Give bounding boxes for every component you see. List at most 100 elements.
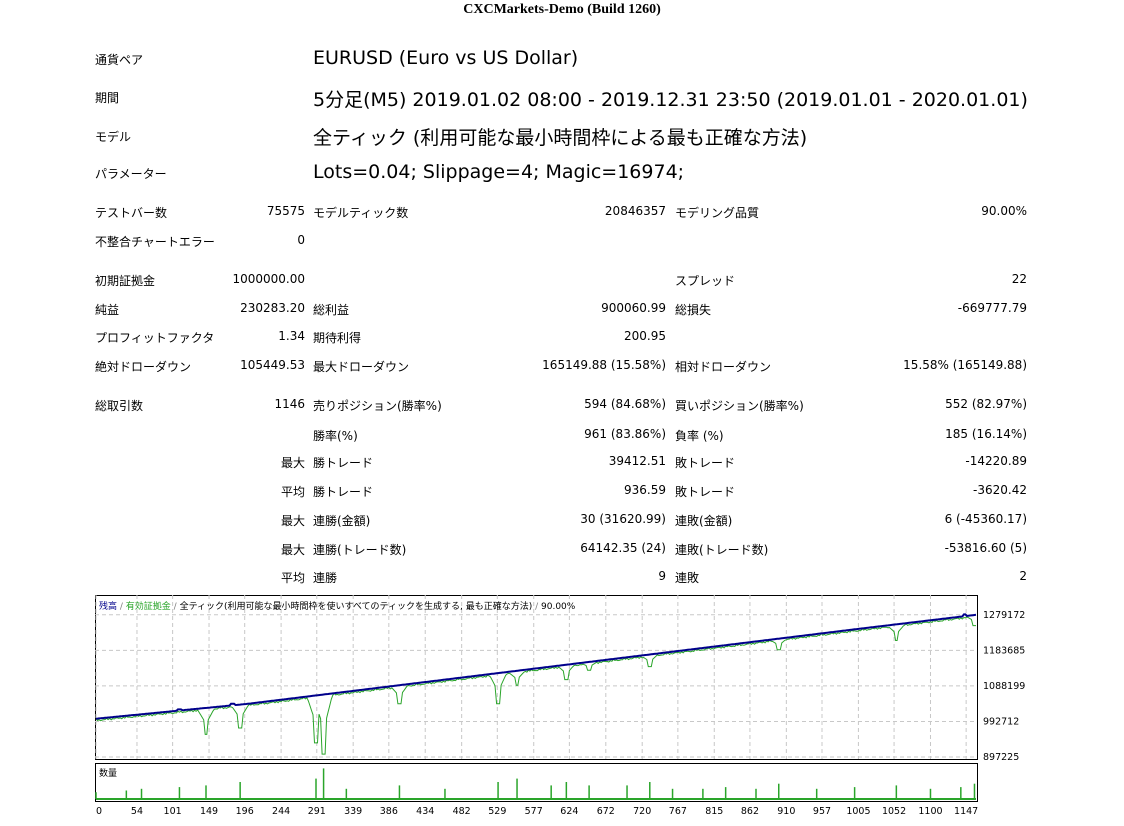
params-value: Lots=0.04; Slippage=4; Magic=16974; [313, 161, 685, 183]
average-loss-label: 敗トレード [675, 485, 736, 499]
avg-consec-label: 平均 [280, 571, 305, 585]
legend-equity: 有効証拠金 [126, 600, 171, 612]
y-tick-label: 1088199 [983, 681, 1025, 692]
gross-loss-label: 総損失 [675, 303, 712, 317]
legend-sep2: / [171, 602, 180, 612]
x-tick-label: 482 [453, 806, 471, 817]
rel-dd-label: 相対ドローダウン [675, 360, 772, 374]
balance-chart-svg: 1279172 1183685 1088199 992712 897225 0 54 101… [95, 595, 1025, 817]
gross-profit-value: 900060.99 [601, 301, 666, 315]
volume-plot-frame [95, 763, 978, 802]
net-value: 230283.20 [240, 301, 305, 315]
consec-wins-money-value: 30 (31620.99) [580, 512, 666, 526]
x-tick-label: 624 [560, 806, 578, 817]
consec-losses-money-label: 連敗(金額) [675, 514, 733, 528]
largest-label: 最大 [280, 456, 305, 470]
main-plot-frame [95, 595, 978, 760]
quality-label: モデリング品質 [675, 206, 760, 220]
long-value: 552 (82.97%) [945, 397, 1027, 411]
legend-balance: 残高 [99, 600, 117, 612]
x-tick-label: 1147 [954, 806, 978, 817]
x-tick-label: 101 [164, 806, 182, 817]
ticks-value: 20846357 [604, 204, 666, 218]
mismatch-label: 不整合チャートエラー [95, 235, 215, 249]
max-dd-label: 最大ドローダウン [313, 360, 410, 374]
spread-label: スプレッド [675, 274, 736, 288]
net-label: 純益 [95, 303, 120, 317]
avg-consec-wins-label: 連勝 [313, 571, 338, 585]
average-win-value: 936.59 [624, 483, 666, 497]
x-tick-label: 1052 [882, 806, 906, 817]
x-tick-label: 339 [344, 806, 362, 817]
max-consec-label: 最大 [280, 514, 305, 528]
y-tick-label: 1279172 [983, 610, 1025, 621]
pf-value: 1.34 [278, 329, 305, 343]
y-tick-label: 992712 [983, 716, 1019, 727]
consec-loss-value: -53816.60 (5) [944, 541, 1027, 555]
x-tick-label: 767 [669, 806, 687, 817]
rel-dd-value: 15.58% (165149.88) [903, 358, 1027, 372]
y-tick-label: 1183685 [983, 645, 1025, 656]
largest-loss-value: -14220.89 [965, 454, 1027, 468]
long-label: 買いポジション(勝率%) [675, 399, 804, 413]
bars-value: 75575 [266, 204, 305, 218]
short-value: 594 (84.68%) [584, 397, 666, 411]
x-tick-label: 862 [741, 806, 759, 817]
balance-chart: 1279172 1183685 1088199 992712 897225 0 54 101… [95, 595, 1029, 820]
spread-value: 22 [1011, 272, 1027, 286]
x-tick-label: 672 [597, 806, 615, 817]
pair-value: EURUSD (Euro vs US Dollar) [313, 47, 579, 69]
model-label: モデル [95, 130, 132, 144]
consec-wins-money-label: 連勝(金額) [313, 514, 371, 528]
x-tick-label: 196 [236, 806, 254, 817]
avg-consec-losses-label: 連敗 [675, 571, 700, 585]
consec-profit-label: 連勝(トレード数) [313, 543, 407, 557]
quality-value: 90.00% [981, 204, 1027, 218]
avg-consec-losses-value: 2 [1019, 569, 1027, 583]
x-tick-label: 529 [488, 806, 506, 817]
consec-loss-label: 連敗(トレード数) [675, 543, 769, 557]
avg-consec-wins-value: 9 [658, 569, 666, 583]
deposit-label: 初期証拠金 [95, 274, 156, 288]
largest-loss-label: 敗トレード [675, 456, 736, 470]
loss-rate-value: 185 (16.14%) [945, 427, 1027, 441]
abs-dd-label: 絶対ドローダウン [95, 360, 192, 374]
legend-sep3: / [532, 602, 541, 612]
consec-losses-money-value: 6 (-45360.17) [944, 512, 1027, 526]
report-title: CXCMarkets-Demo (Build 1260) [463, 2, 661, 17]
legend-model: 全ティック(利用可能な最小時間枠を使いすべてのティックを生成する, 最も正確な方… [180, 600, 533, 612]
largest-win-label: 勝トレード [313, 456, 374, 470]
win-rate-value: 961 (83.86%) [584, 427, 666, 441]
volume-base [96, 798, 976, 800]
x-tick-label: 1100 [918, 806, 942, 817]
x-tick-label: 957 [813, 806, 831, 817]
mismatch-value: 0 [297, 233, 305, 247]
consec-profit-value: 64142.35 (24) [580, 541, 666, 555]
x-tick-label: 149 [200, 806, 218, 817]
x-tick-label: 54 [131, 806, 143, 817]
y-tick-label: 897225 [983, 752, 1019, 763]
deposit-value: 1000000.00 [232, 272, 305, 286]
x-tick-label: 720 [633, 806, 651, 817]
legend-quality: 90.00% [541, 602, 576, 612]
short-label: 売りポジション(勝率%) [313, 399, 442, 413]
x-tick-label: 1005 [846, 806, 870, 817]
params-label: パラメーター [95, 167, 167, 181]
x-tick-label: 910 [777, 806, 795, 817]
average-label: 平均 [280, 485, 305, 499]
period-value: 5分足(M5) 2019.01.02 08:00 - 2019.12.31 23… [313, 89, 1028, 111]
volume-label: 数量 [99, 767, 117, 779]
average-loss-value: -3620.42 [973, 483, 1027, 497]
abs-dd-value: 105449.53 [240, 358, 305, 372]
pair-label: 通貨ペア [95, 53, 144, 67]
loss-rate-label: 負率 (%) [675, 429, 724, 443]
bars-label: テストバー数 [95, 206, 168, 220]
win-rate-label: 勝率(%) [313, 429, 358, 443]
total-trades-value: 1146 [274, 397, 305, 411]
max-dd-value: 165149.88 (15.58%) [542, 358, 666, 372]
gross-profit-label: 総利益 [313, 303, 350, 317]
ticks-label: モデルティック数 [313, 206, 409, 220]
gross-loss-value: -669777.79 [957, 301, 1027, 315]
period-label: 期間 [95, 91, 120, 105]
legend: 残高 / 有効証拠金 / 全ティック(利用可能な最小時間枠を使いすべてのティック… [99, 600, 576, 612]
